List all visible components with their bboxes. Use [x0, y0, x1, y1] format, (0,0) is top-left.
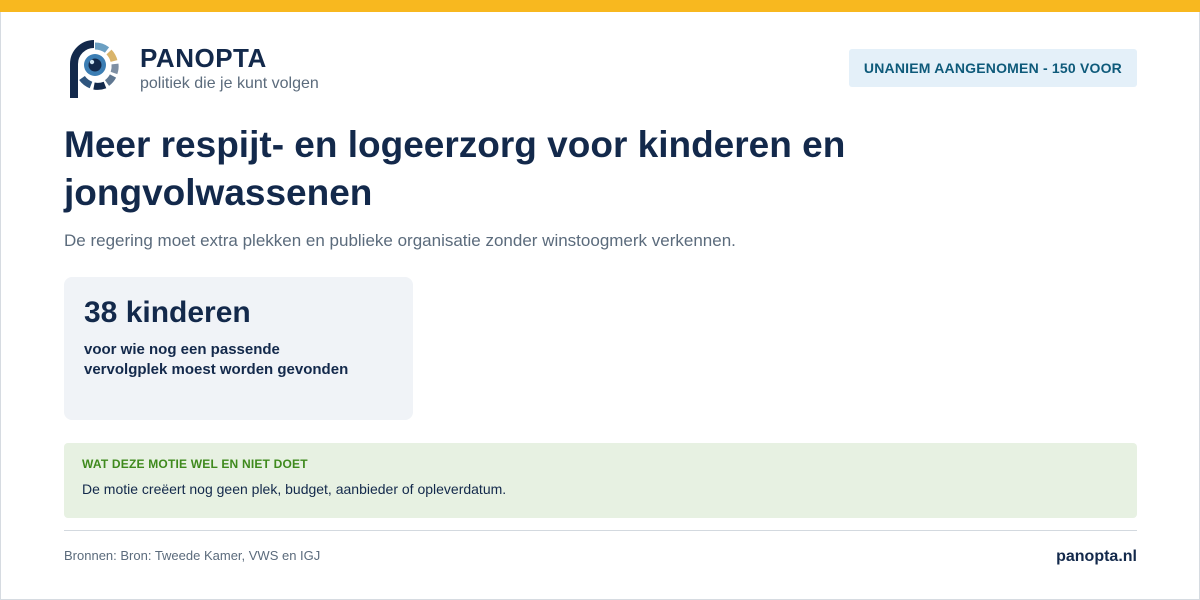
site-link[interactable]: panopta.nl [1056, 548, 1137, 566]
motion-scope-note: WAT DEZE MOTIE WEL EN NIET DOET De motie… [64, 443, 1137, 518]
note-text: De motie creëert nog geen plek, budget, … [82, 481, 507, 497]
stat-card: 38 kinderen voor wie nog een passende ve… [64, 277, 413, 420]
stat-value: 38 kinderen [84, 296, 251, 329]
footer-divider [64, 530, 1137, 531]
motion-title: Meer respijt- en logeerzorg voor kindere… [64, 124, 846, 213]
brand-name: PANOPTA [140, 43, 267, 73]
note-heading: WAT DEZE MOTIE WEL EN NIET DOET [82, 457, 308, 471]
accent-top-bar [0, 0, 1200, 12]
sources-text: Bronnen: Bron: Tweede Kamer, VWS en IGJ [64, 548, 321, 563]
vote-status-badge: UNANIEM AANGENOMEN - 150 VOOR [848, 49, 1137, 87]
panopta-eye-logo-icon [70, 40, 119, 98]
header: PANOPTA politiek die je kunt volgen UNAN… [64, 40, 1137, 102]
motion-summary: De regering moet extra plekken en publie… [64, 231, 736, 250]
stat-description: voor wie nog een passende vervolgplek mo… [84, 341, 349, 378]
brand-tagline: politiek die je kunt volgen [140, 75, 319, 92]
